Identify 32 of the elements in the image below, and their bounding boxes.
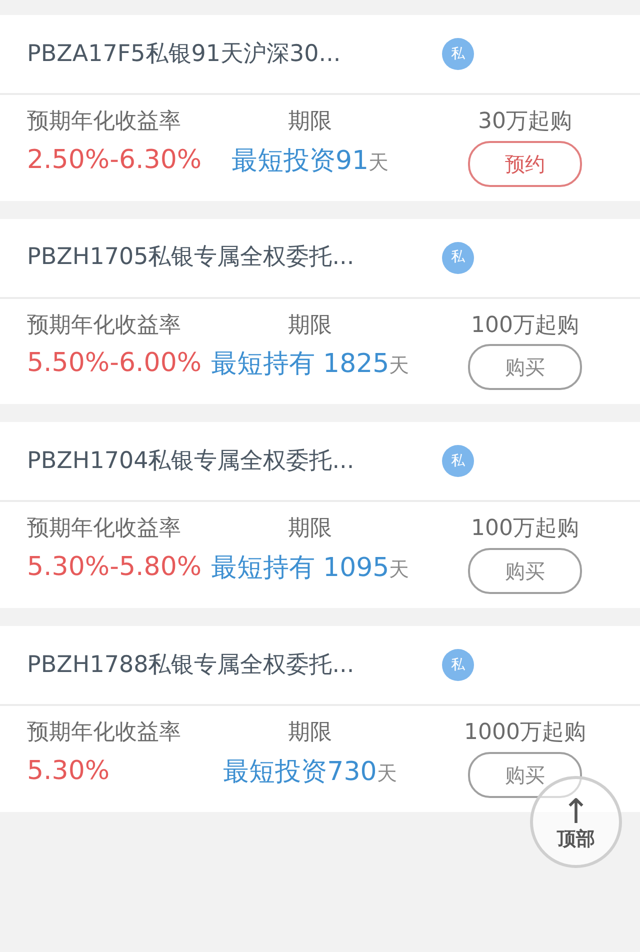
product-title[interactable]: PBZA17F5私银91天沪深30... <box>27 36 442 72</box>
term-label: 期限 <box>287 108 333 136</box>
private-badge: 私 <box>442 445 474 478</box>
term-value: 最短持有 1825天 <box>210 348 410 382</box>
term-label: 期限 <box>287 719 333 748</box>
term-label: 期限 <box>287 312 333 340</box>
term-value: 最短投资730天 <box>222 756 398 789</box>
rate-label: 预期年化收益率 <box>27 719 182 748</box>
buy-button[interactable]: 购买 <box>468 752 582 798</box>
rate-label: 预期年化收益率 <box>27 108 182 136</box>
term-value: 最短持有 1095天 <box>210 552 410 586</box>
private-badge: 私 <box>442 242 474 274</box>
rate-label: 预期年化收益率 <box>27 312 182 340</box>
min-amount: 1000万起购 <box>463 719 587 748</box>
min-amount: 100万起购 <box>470 312 580 340</box>
rate-value: 5.50%-6.00% <box>27 347 203 380</box>
term-value: 最短投资91天 <box>230 144 390 178</box>
rate-value: 2.50%-6.30% <box>27 144 203 177</box>
product-title[interactable]: PBZH1788私银专属全权委托... <box>27 648 442 682</box>
private-badge: 私 <box>442 649 474 682</box>
min-amount: 100万起购 <box>470 515 580 544</box>
buy-button[interactable]: 购买 <box>468 548 582 594</box>
rate-value: 5.30% <box>27 754 111 788</box>
product-title[interactable]: PBZH1704私银专属全权委托... <box>27 444 442 479</box>
rate-value: 5.30%-5.80% <box>27 551 203 584</box>
min-amount: 30万起购 <box>477 108 573 136</box>
buy-button[interactable]: 购买 <box>468 344 582 390</box>
term-label: 期限 <box>287 515 333 544</box>
product-title[interactable]: PBZH1705私银专属全权委托... <box>27 240 442 275</box>
rate-label: 预期年化收益率 <box>27 515 182 544</box>
private-badge: 私 <box>442 38 474 70</box>
reserve-button[interactable]: 预约 <box>468 140 582 187</box>
